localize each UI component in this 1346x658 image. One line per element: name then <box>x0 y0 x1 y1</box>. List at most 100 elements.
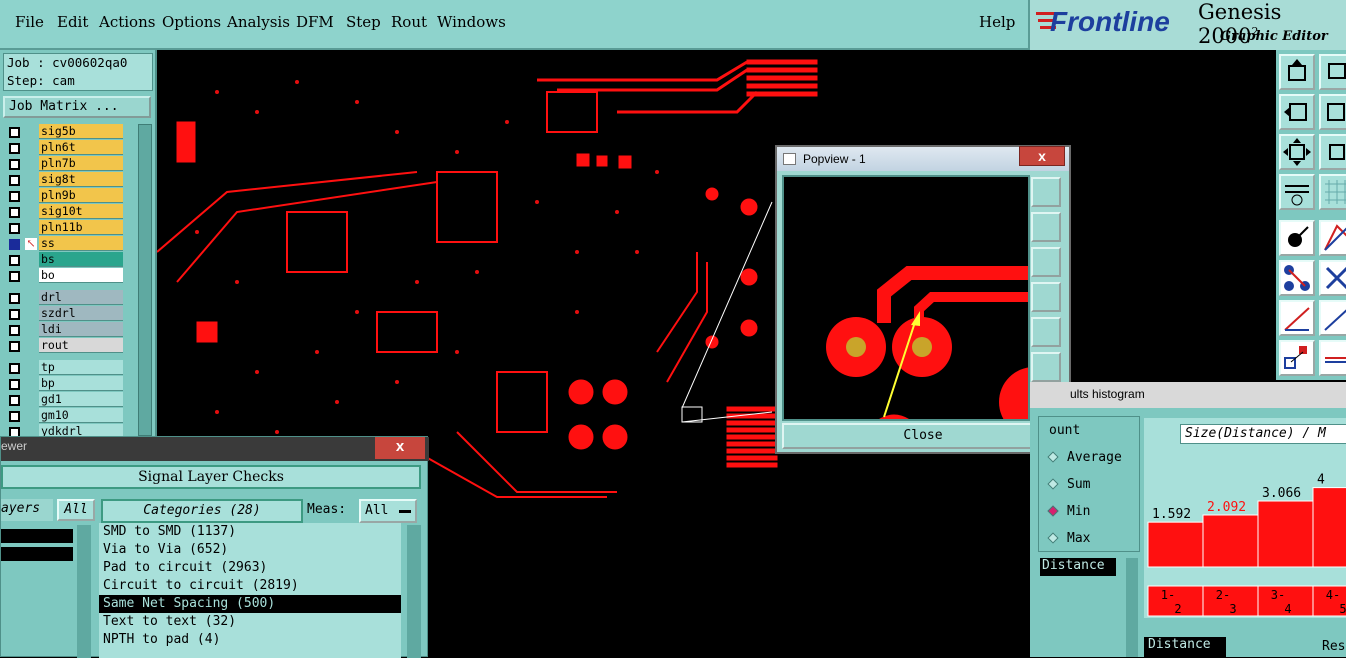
category-item[interactable]: Circuit to circuit (2819) <box>99 577 401 595</box>
layer-checkbox[interactable] <box>9 379 20 390</box>
menu-step[interactable]: Step <box>346 13 381 31</box>
layer-checkbox[interactable] <box>9 271 20 282</box>
layer-row-0[interactable]: sig5b <box>6 124 124 140</box>
checks-close-icon[interactable]: x <box>375 437 425 459</box>
menu-rout[interactable]: Rout <box>391 13 427 31</box>
layer-checkbox[interactable] <box>9 159 20 170</box>
pan-right-icon[interactable] <box>1319 94 1346 130</box>
layer-row-9[interactable]: bo <box>6 268 124 284</box>
layer-checkbox[interactable] <box>9 363 20 374</box>
layer-checkbox[interactable] <box>9 411 20 422</box>
layer-row-8[interactable]: bs <box>6 252 124 268</box>
layer-checkbox[interactable] <box>9 309 20 320</box>
layer-checkbox[interactable] <box>9 143 20 154</box>
category-item[interactable]: Text to text (32) <box>99 613 401 631</box>
radio-max[interactable]: Max <box>1047 531 1090 546</box>
net-connect-icon[interactable] <box>1279 260 1315 296</box>
layer-checkbox[interactable] <box>9 207 20 218</box>
popview-close-button[interactable]: Close <box>782 423 1064 449</box>
categories-scrollbar[interactable] <box>407 525 421 658</box>
histogram-bar-3[interactable] <box>1312 487 1346 568</box>
layer-checkbox[interactable] <box>9 239 20 250</box>
popview-pan-up-icon[interactable] <box>1031 212 1061 242</box>
layer-row-11[interactable]: szdrl <box>6 306 124 322</box>
popview-pan-down-icon[interactable] <box>1031 247 1061 277</box>
menu-file[interactable]: File <box>15 13 44 31</box>
category-item[interactable]: SMD to SMD (1137) <box>99 523 401 541</box>
layer-checkbox[interactable] <box>9 395 20 406</box>
measure-tool-icon[interactable] <box>1279 174 1315 210</box>
job-matrix-button[interactable]: Job Matrix ... <box>3 96 151 118</box>
category-item[interactable]: NPTH to pad (4) <box>99 631 401 649</box>
layers-scrollbar[interactable] <box>77 525 91 658</box>
layer-row-12[interactable]: ldi <box>6 322 124 338</box>
menu-help[interactable]: Help <box>979 13 1015 31</box>
layer-row-14[interactable]: tp <box>6 360 124 376</box>
layer-row-15[interactable]: bp <box>6 376 124 392</box>
layer-row-17[interactable]: gm10 <box>6 408 124 424</box>
layer-row-5[interactable]: sig10t <box>6 204 124 220</box>
histogram-titlebar[interactable]: ults histogram <box>1030 382 1346 408</box>
histogram-bar-2[interactable] <box>1257 500 1314 568</box>
zoom-icon[interactable] <box>1319 134 1346 170</box>
layer-row-2[interactable]: pln7b <box>6 156 124 172</box>
categories-tab[interactable]: Categories (28) <box>101 499 303 523</box>
split-line-icon[interactable] <box>1319 340 1346 376</box>
layer-checkbox[interactable] <box>9 341 20 352</box>
layer-row-selected-2[interactable] <box>1 547 73 561</box>
zoom-fit-icon[interactable] <box>1279 134 1315 170</box>
layer-row-selected[interactable] <box>1 529 73 543</box>
pan-up-icon[interactable] <box>1279 54 1315 90</box>
layer-row-6[interactable]: pln11b <box>6 220 124 236</box>
menu-options[interactable]: Options <box>162 13 221 31</box>
layers-tab[interactable]: ayers <box>1 499 53 521</box>
layer-row-1[interactable]: pln6t <box>6 140 124 156</box>
histogram-bar-1[interactable] <box>1202 514 1259 568</box>
menu-analysis[interactable]: Analysis <box>227 13 290 31</box>
all-layers-button[interactable]: All <box>57 499 95 521</box>
radio-average[interactable]: Average <box>1047 450 1122 465</box>
layer-row-7[interactable]: ↖ ss <box>6 236 124 252</box>
layer-checkbox[interactable] <box>9 127 20 138</box>
popview-fit-icon[interactable] <box>1031 177 1061 207</box>
radio-min[interactable]: Min <box>1047 504 1090 519</box>
layer-row-4[interactable]: pln9b <box>6 188 124 204</box>
menu-edit[interactable]: Edit <box>57 13 88 31</box>
line-draw-icon[interactable] <box>1279 300 1315 336</box>
layer-scrollbar[interactable] <box>138 124 152 436</box>
layer-checkbox[interactable] <box>9 223 20 234</box>
layer-row-13[interactable]: rout <box>6 338 124 354</box>
category-item[interactable]: Pad to circuit (2963) <box>99 559 401 577</box>
route-icon[interactable] <box>1319 220 1346 256</box>
layer-checkbox[interactable] <box>9 175 20 186</box>
layer-checkbox[interactable] <box>9 255 20 266</box>
histogram-bar-0[interactable] <box>1147 521 1204 568</box>
checks-titlebar[interactable]: ewer x <box>1 437 429 461</box>
distance-field-item[interactable]: Distance <box>1040 558 1116 576</box>
meas-select[interactable]: All <box>359 499 417 523</box>
category-item[interactable]: Same Net Spacing (500) <box>99 595 401 613</box>
radio-count[interactable]: ount <box>1049 423 1080 438</box>
popview-canvas[interactable] <box>782 175 1030 421</box>
menu-actions[interactable]: Actions <box>99 13 155 31</box>
layer-row-3[interactable]: sig8t <box>6 172 124 188</box>
delete-connection-icon[interactable] <box>1319 260 1346 296</box>
popview-pan-left-icon[interactable] <box>1031 282 1061 312</box>
layer-row-16[interactable]: gd1 <box>6 392 124 408</box>
pan-left-icon[interactable] <box>1279 94 1315 130</box>
select-pad-icon[interactable] <box>1279 220 1315 256</box>
layer-checkbox[interactable] <box>9 191 20 202</box>
menu-dfm[interactable]: DFM <box>296 13 334 31</box>
popview-zoom-in-icon[interactable] <box>1031 352 1061 382</box>
layer-checkbox[interactable] <box>9 325 20 336</box>
popview-pan-right-icon[interactable] <box>1031 317 1061 347</box>
field-list-scrollbar[interactable] <box>1126 558 1138 657</box>
category-item[interactable]: Via to Via (652) <box>99 541 401 559</box>
pad-add-icon[interactable] <box>1279 340 1315 376</box>
layer-row-10[interactable]: drl <box>6 290 124 306</box>
line-edit-icon[interactable] <box>1319 300 1346 336</box>
grid-icon[interactable] <box>1319 174 1346 210</box>
pan-down-icon[interactable] <box>1319 54 1346 90</box>
layer-checkbox[interactable] <box>9 293 20 304</box>
radio-sum[interactable]: Sum <box>1047 477 1090 492</box>
